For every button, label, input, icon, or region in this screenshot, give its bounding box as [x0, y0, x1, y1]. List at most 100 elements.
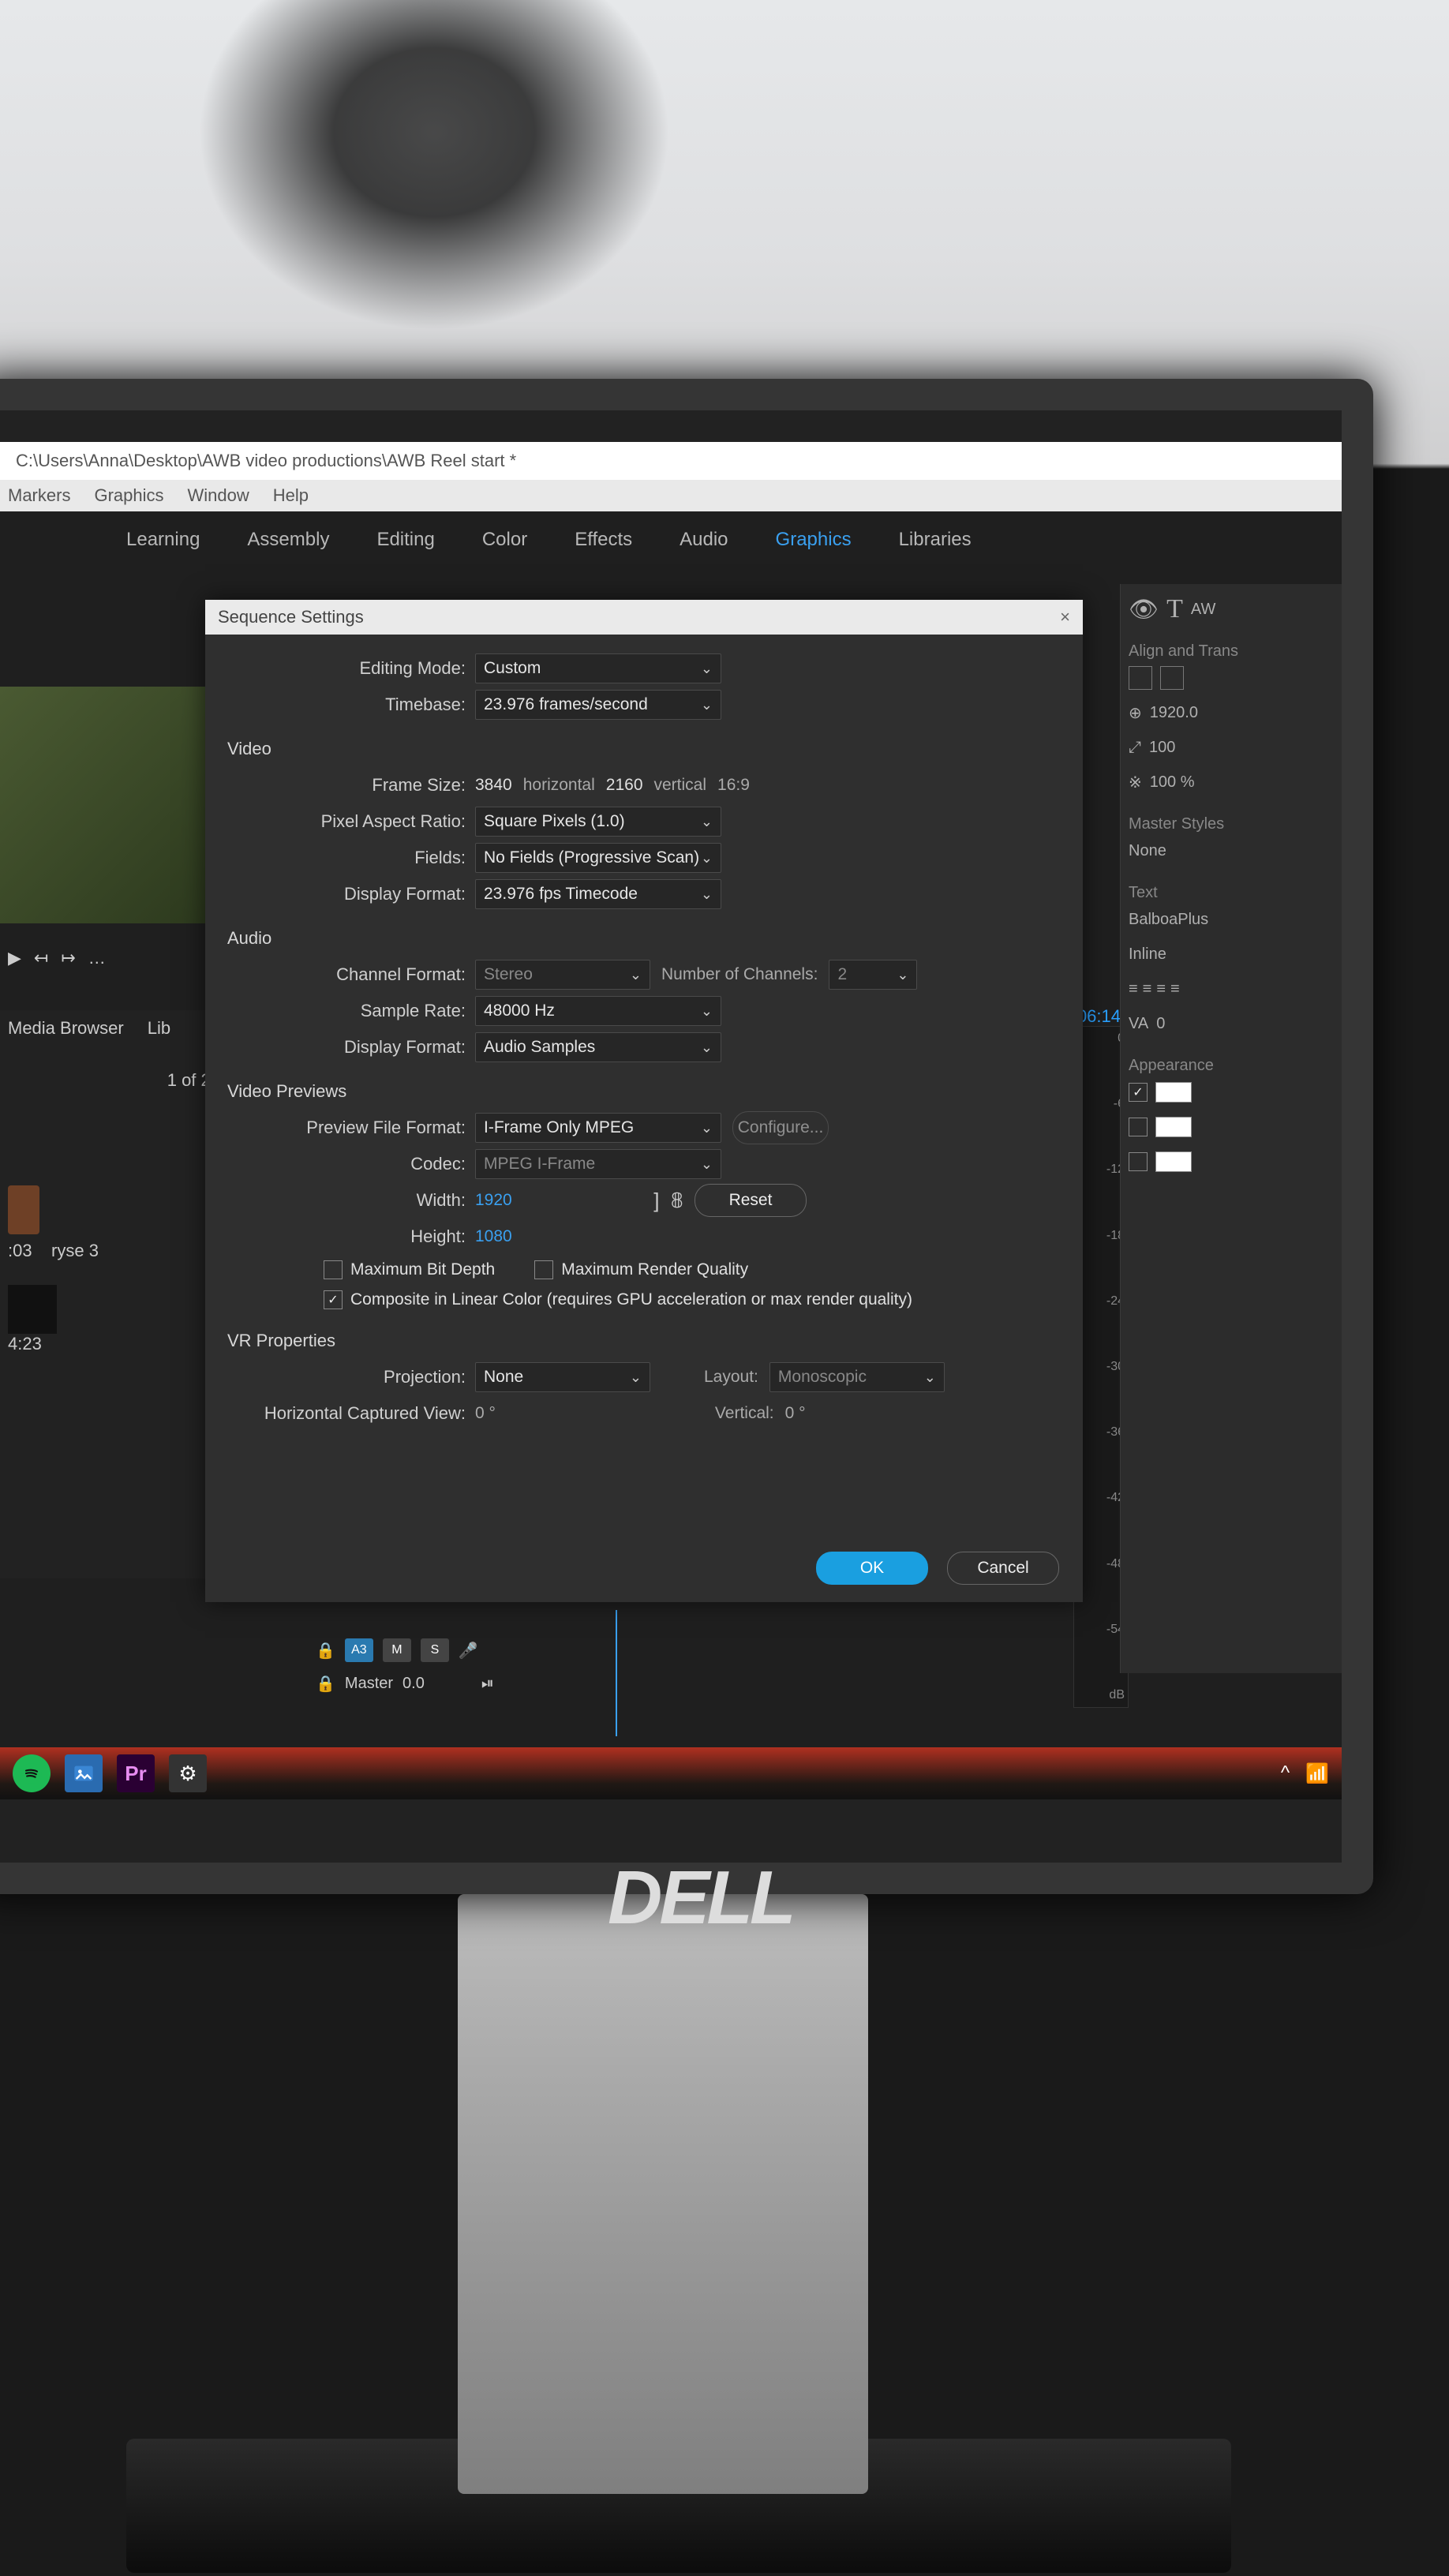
tab-assembly[interactable]: Assembly [247, 529, 329, 551]
mic-icon[interactable]: 🎤 [459, 1641, 478, 1661]
track-master-value[interactable]: 0.0 [402, 1675, 425, 1693]
max-render-quality-checkbox[interactable] [534, 1260, 553, 1279]
sample-rate-dropdown[interactable]: 48000 Hz [475, 996, 721, 1026]
fill-swatch[interactable] [1155, 1082, 1192, 1103]
eg-va-value[interactable]: 0 [1156, 1015, 1165, 1033]
composite-linear-checkbox[interactable]: ✓ [324, 1290, 343, 1309]
editing-mode-dropdown[interactable]: Custom [475, 653, 721, 683]
fields-label: Fields: [229, 848, 475, 868]
menu-help[interactable]: Help [273, 480, 309, 511]
clip-thumb-1[interactable] [8, 1185, 39, 1234]
projection-dropdown[interactable]: None [475, 1362, 650, 1392]
tab-color[interactable]: Color [482, 529, 527, 551]
menu-markers[interactable]: Markers [8, 480, 70, 511]
chevron-down-icon [701, 812, 713, 831]
projection-value: None [484, 1368, 523, 1387]
settings-icon[interactable]: ⚙ [169, 1754, 207, 1792]
align-justify-icon[interactable]: ≡ [1170, 980, 1180, 998]
expand-icon[interactable]: ⏯ [481, 1675, 494, 1693]
frame-height-input[interactable]: 2160 [606, 776, 643, 795]
chevron-down-icon [701, 1155, 713, 1174]
menu-graphics[interactable]: Graphics [94, 480, 163, 511]
wifi-icon[interactable]: 📶 [1305, 1762, 1329, 1785]
project-tab-libraries[interactable]: Lib [148, 1018, 170, 1039]
shadow-checkbox[interactable] [1129, 1152, 1148, 1171]
ok-button[interactable]: OK [816, 1552, 928, 1585]
frame-width-input[interactable]: 3840 [475, 776, 512, 795]
max-bit-depth-checkbox[interactable] [324, 1260, 343, 1279]
stroke-checkbox[interactable] [1129, 1118, 1148, 1136]
step-fwd-icon[interactable]: ↦ [61, 948, 75, 968]
preview-format-label: Preview File Format: [229, 1118, 475, 1138]
project-tab-media-browser[interactable]: Media Browser [8, 1018, 124, 1039]
align-icon[interactable] [1160, 666, 1184, 690]
tray-overflow-icon[interactable]: ^ [1281, 1762, 1290, 1785]
video-previews-section-label: Video Previews [227, 1081, 1059, 1102]
link-icon[interactable]: ] [653, 1189, 659, 1213]
eg-appearance-section: Appearance [1129, 1057, 1334, 1075]
eg-master-styles: Master Styles [1129, 815, 1334, 833]
premiere-icon[interactable]: Pr [117, 1754, 155, 1792]
align-icon[interactable] [1129, 666, 1152, 690]
tab-audio[interactable]: Audio [680, 529, 728, 551]
codec-label: Codec: [229, 1154, 475, 1174]
track-solo[interactable]: S [421, 1638, 449, 1662]
timebase-dropdown[interactable]: 23.976 frames/second [475, 690, 721, 720]
align-left-icon[interactable]: ≡ [1129, 980, 1138, 998]
track-mute[interactable]: M [383, 1638, 411, 1662]
tab-editing[interactable]: Editing [376, 529, 434, 551]
fill-checkbox[interactable]: ✓ [1129, 1083, 1148, 1102]
preview-height-input[interactable]: 1080 [475, 1227, 512, 1246]
preview-format-dropdown[interactable]: I-Frame Only MPEG [475, 1113, 721, 1143]
play-icon[interactable]: ▶ [8, 948, 21, 968]
align-center-icon[interactable]: ≡ [1143, 980, 1152, 998]
lock-icon[interactable]: 🔒 [316, 1641, 335, 1661]
track-a3-toggle[interactable]: A3 [345, 1638, 373, 1662]
clip-thumb-2[interactable] [8, 1285, 57, 1334]
timebase-label: Timebase: [229, 695, 475, 715]
align-right-icon[interactable]: ≡ [1156, 980, 1166, 998]
step-back-icon[interactable]: ↤ [34, 948, 48, 968]
tab-learning[interactable]: Learning [126, 529, 200, 551]
stroke-swatch[interactable] [1155, 1117, 1192, 1137]
reset-button[interactable]: Reset [695, 1184, 807, 1217]
max-bit-depth-label: Maximum Bit Depth [350, 1260, 495, 1279]
photos-icon[interactable] [65, 1754, 103, 1792]
par-dropdown[interactable]: Square Pixels (1.0) [475, 807, 721, 837]
preview-width-input[interactable]: 1920 [475, 1191, 512, 1210]
audio-section-label: Audio [227, 928, 1059, 949]
eg-width-value[interactable]: 1920.0 [1150, 704, 1198, 722]
tab-libraries[interactable]: Libraries [899, 529, 972, 551]
scale-icon[interactable]: ⤢ [1129, 739, 1141, 757]
chevron-down-icon [701, 695, 713, 714]
eg-font-style[interactable]: Inline [1129, 945, 1166, 964]
eg-opacity-value[interactable]: 100 % [1150, 773, 1195, 792]
shadow-swatch[interactable] [1155, 1151, 1192, 1172]
composite-linear-label: Composite in Linear Color (requires GPU … [350, 1290, 912, 1309]
tab-graphics[interactable]: Graphics [776, 529, 852, 551]
timebase-value: 23.976 frames/second [484, 695, 648, 714]
chain-icon[interactable]: 𝟠 [670, 1189, 683, 1213]
close-icon[interactable]: × [1060, 600, 1070, 635]
anchor-icon[interactable]: ⊕ [1129, 703, 1142, 723]
display-format-dropdown[interactable]: 23.976 fps Timecode [475, 879, 721, 909]
dialog-title-bar[interactable]: Sequence Settings × [205, 600, 1083, 635]
source-monitor-preview[interactable] [0, 687, 205, 923]
codec-value: MPEG I-Frame [484, 1155, 595, 1174]
eg-font-name[interactable]: BalboaPlus [1129, 911, 1208, 929]
opacity-icon[interactable]: ※ [1129, 773, 1142, 792]
meter-tick: -6 [1077, 1097, 1125, 1111]
audio-display-format-dropdown[interactable]: Audio Samples [475, 1032, 721, 1062]
fields-dropdown[interactable]: No Fields (Progressive Scan) [475, 843, 721, 873]
eg-master-style-value[interactable]: None [1129, 842, 1166, 860]
cancel-button[interactable]: Cancel [947, 1552, 1059, 1585]
more-icon[interactable]: … [88, 948, 106, 968]
tab-effects[interactable]: Effects [575, 529, 632, 551]
eg-type-text[interactable]: AW [1191, 601, 1215, 619]
lock-icon[interactable]: 🔒 [316, 1674, 335, 1694]
timeline-ruler[interactable] [616, 1610, 1122, 1736]
eg-scale-value[interactable]: 100 [1149, 739, 1175, 757]
menu-window[interactable]: Window [188, 480, 249, 511]
meter-tick: -30 [1077, 1360, 1125, 1374]
spotify-icon[interactable] [13, 1754, 51, 1792]
